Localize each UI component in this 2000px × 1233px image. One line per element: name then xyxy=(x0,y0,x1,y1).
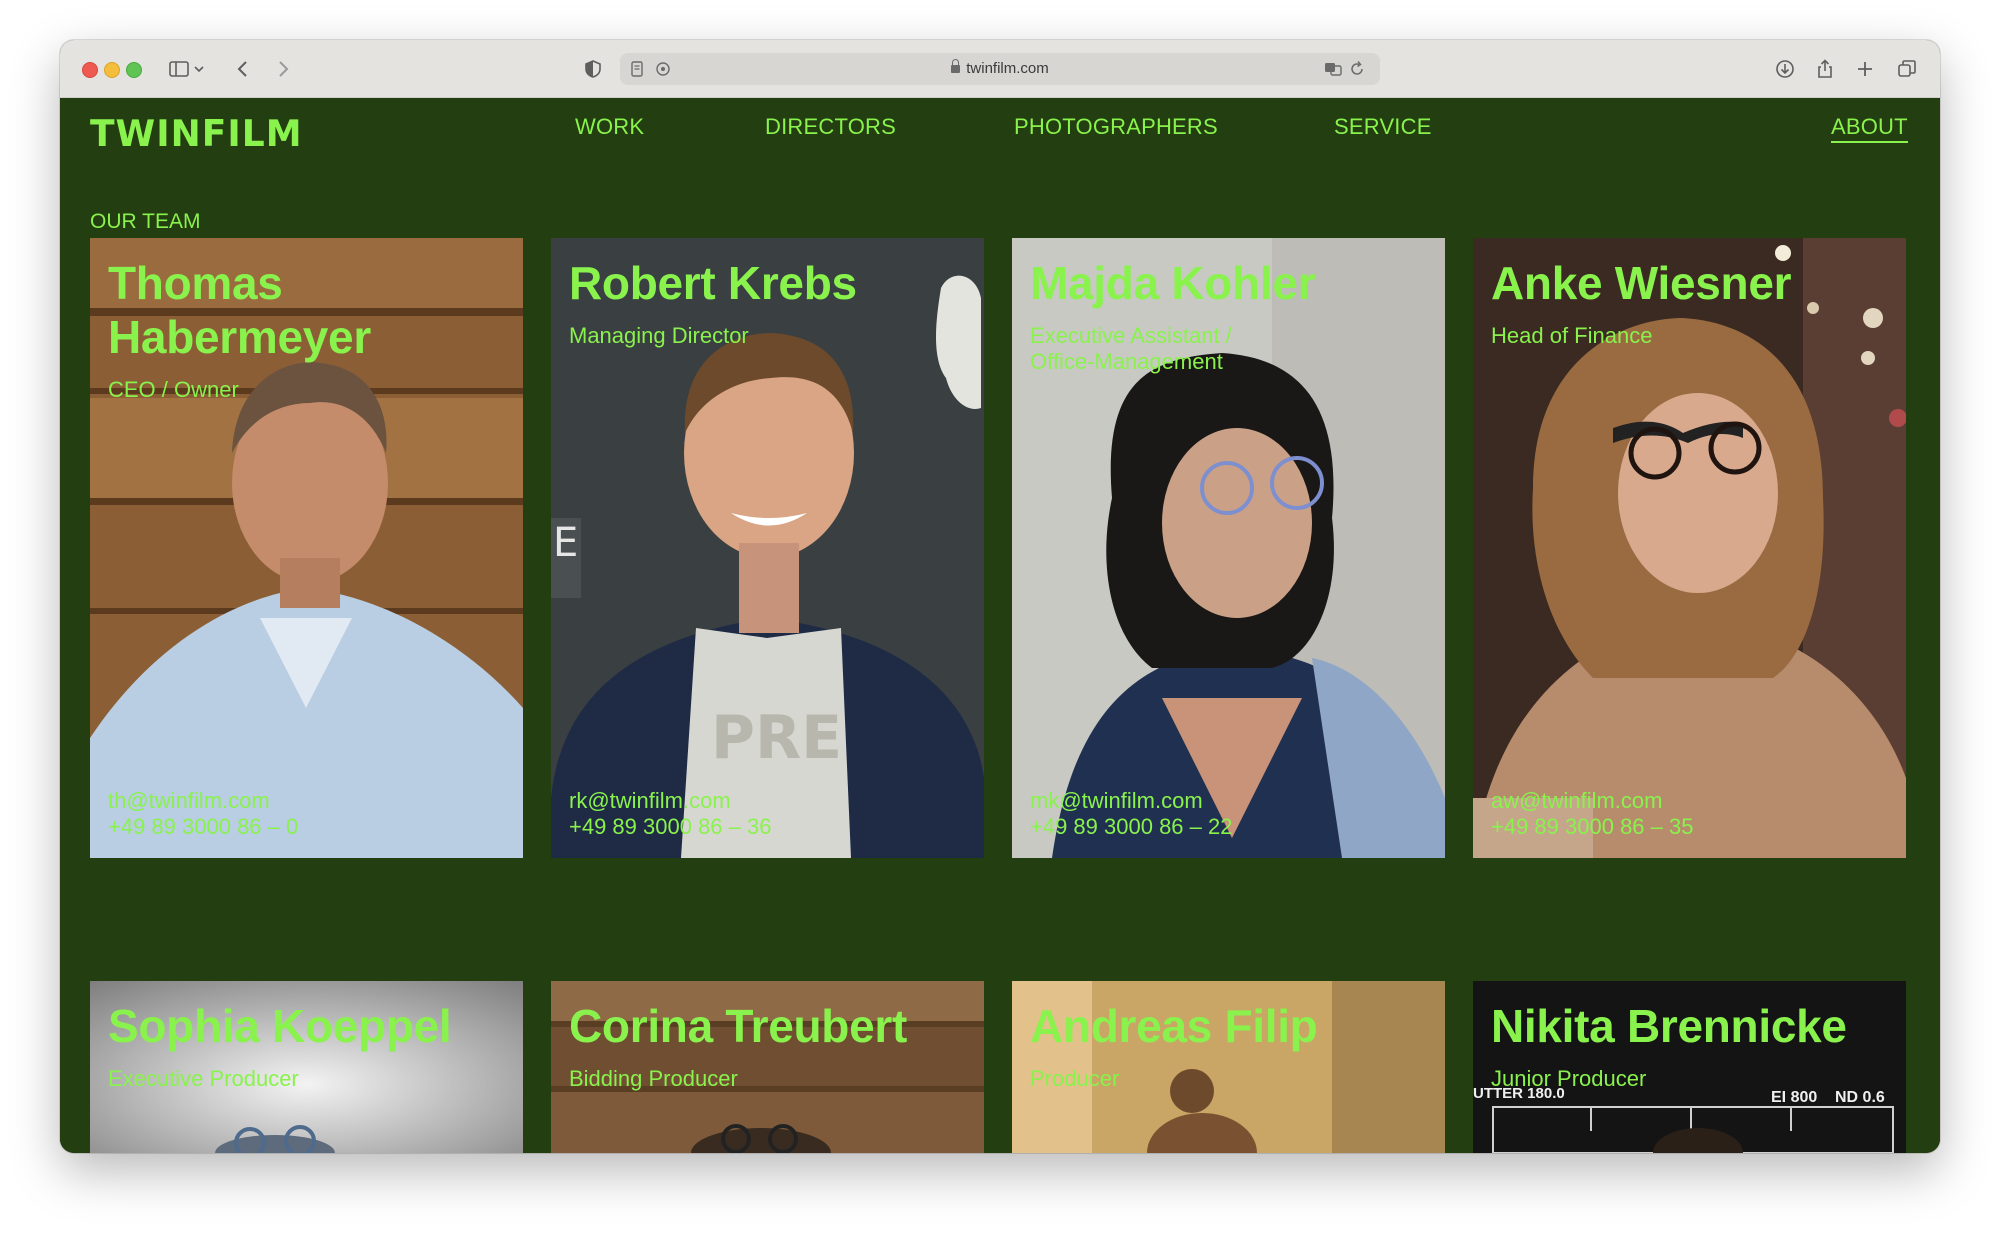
team-member-email[interactable]: mk@twinfilm.com xyxy=(1030,788,1203,814)
svg-text:PRE: PRE xyxy=(711,703,842,773)
team-member-name: Nikita Brennicke xyxy=(1491,1000,1847,1052)
team-member-phone[interactable]: +49 89 3000 86 – 35 xyxy=(1491,814,1693,840)
team-member-role: Bidding Producer xyxy=(569,1066,738,1091)
camera-nd-readout: ND 0.6 xyxy=(1835,1089,1885,1106)
translate-icon[interactable] xyxy=(1320,56,1346,82)
team-card[interactable]: Anke Wiesner Head of Finance aw@twinfilm… xyxy=(1473,238,1906,858)
team-member-role: Executive Assistant / Office-Management xyxy=(1030,323,1232,374)
team-member-email[interactable]: th@twinfilm.com xyxy=(108,788,270,814)
nav-about[interactable]: ABOUT xyxy=(1831,114,1908,143)
team-member-role: Managing Director xyxy=(569,323,749,348)
nav-service[interactable]: SERVICE xyxy=(1334,114,1432,140)
team-member-email[interactable]: aw@twinfilm.com xyxy=(1491,788,1662,814)
team-member-name: Anke Wiesner xyxy=(1491,257,1792,309)
team-member-phone[interactable]: +49 89 3000 86 – 36 xyxy=(569,814,771,840)
team-member-name: Robert Krebs xyxy=(569,257,857,309)
team-member-email[interactable]: rk@twinfilm.com xyxy=(569,788,731,814)
website: TWINFILM WORK DIRECTORS PHOTOGRAPHERS SE… xyxy=(60,98,1940,1153)
nav-photographers[interactable]: PHOTOGRAPHERS xyxy=(1014,114,1218,140)
close-window-button[interactable] xyxy=(82,62,98,78)
chevron-down-icon[interactable] xyxy=(192,56,206,82)
team-member-role: Executive Producer xyxy=(108,1066,299,1091)
team-member-role: Head of Finance xyxy=(1491,323,1653,348)
address-bar[interactable]: twinfilm.com xyxy=(620,53,1380,85)
share-icon[interactable] xyxy=(1812,56,1838,82)
team-member-name: Andreas Filip xyxy=(1030,1000,1318,1052)
site-logo[interactable]: TWINFILM xyxy=(90,114,303,156)
team-member-name: Thomas Habermeyer xyxy=(108,257,371,363)
reload-icon[interactable] xyxy=(1344,56,1370,82)
minimize-window-button[interactable] xyxy=(104,62,120,78)
team-member-name: Majda Kohler xyxy=(1030,257,1316,309)
team-member-phone[interactable]: +49 89 3000 86 – 22 xyxy=(1030,814,1232,840)
sidebar-toggle-icon[interactable] xyxy=(166,56,192,82)
browser-window: twinfilm.com TWINFILM WORK DIRECTORS PHO… xyxy=(60,40,1940,1153)
team-member-name: Sophia Koeppel xyxy=(108,1000,452,1052)
forward-icon[interactable] xyxy=(270,56,296,82)
downloads-icon[interactable] xyxy=(1772,56,1798,82)
lock-icon xyxy=(951,59,961,73)
team-member-role: CEO / Owner xyxy=(108,377,239,402)
nav-directors[interactable]: DIRECTORS xyxy=(765,114,896,140)
camera-shutter-readout: UTTER 180.0 xyxy=(1473,1085,1565,1102)
team-card[interactable]: Corina Treubert Bidding Producer xyxy=(551,981,984,1153)
section-title: OUR TEAM xyxy=(90,210,201,233)
team-card[interactable]: Majda Kohler Executive Assistant / Offic… xyxy=(1012,238,1445,858)
zoom-window-button[interactable] xyxy=(126,62,142,78)
privacy-shield-icon[interactable] xyxy=(580,56,606,82)
back-icon[interactable] xyxy=(230,56,256,82)
new-tab-icon[interactable] xyxy=(1852,56,1878,82)
team-card[interactable]: E PRE Robert Krebs Managing Director rk@… xyxy=(551,238,984,858)
team-card[interactable]: Nikita Brennicke Junior Producer UTTER 1… xyxy=(1473,981,1906,1153)
camera-ei-readout: EI 800 xyxy=(1771,1089,1818,1106)
browser-toolbar: twinfilm.com xyxy=(60,40,1940,98)
nav-work[interactable]: WORK xyxy=(575,114,644,140)
team-member-role: Producer xyxy=(1030,1066,1120,1091)
team-card[interactable]: Andreas Filip Producer xyxy=(1012,981,1445,1153)
team-card[interactable]: Sophia Koeppel Executive Producer xyxy=(90,981,523,1153)
team-member-name: Corina Treubert xyxy=(569,1000,908,1052)
url-display: twinfilm.com xyxy=(620,59,1380,77)
tab-overview-icon[interactable] xyxy=(1894,56,1920,82)
team-member-phone[interactable]: +49 89 3000 86 – 0 xyxy=(108,814,298,840)
svg-text:E: E xyxy=(553,520,578,566)
team-card[interactable]: Thomas Habermeyer CEO / Owner th@twinfil… xyxy=(90,238,523,858)
